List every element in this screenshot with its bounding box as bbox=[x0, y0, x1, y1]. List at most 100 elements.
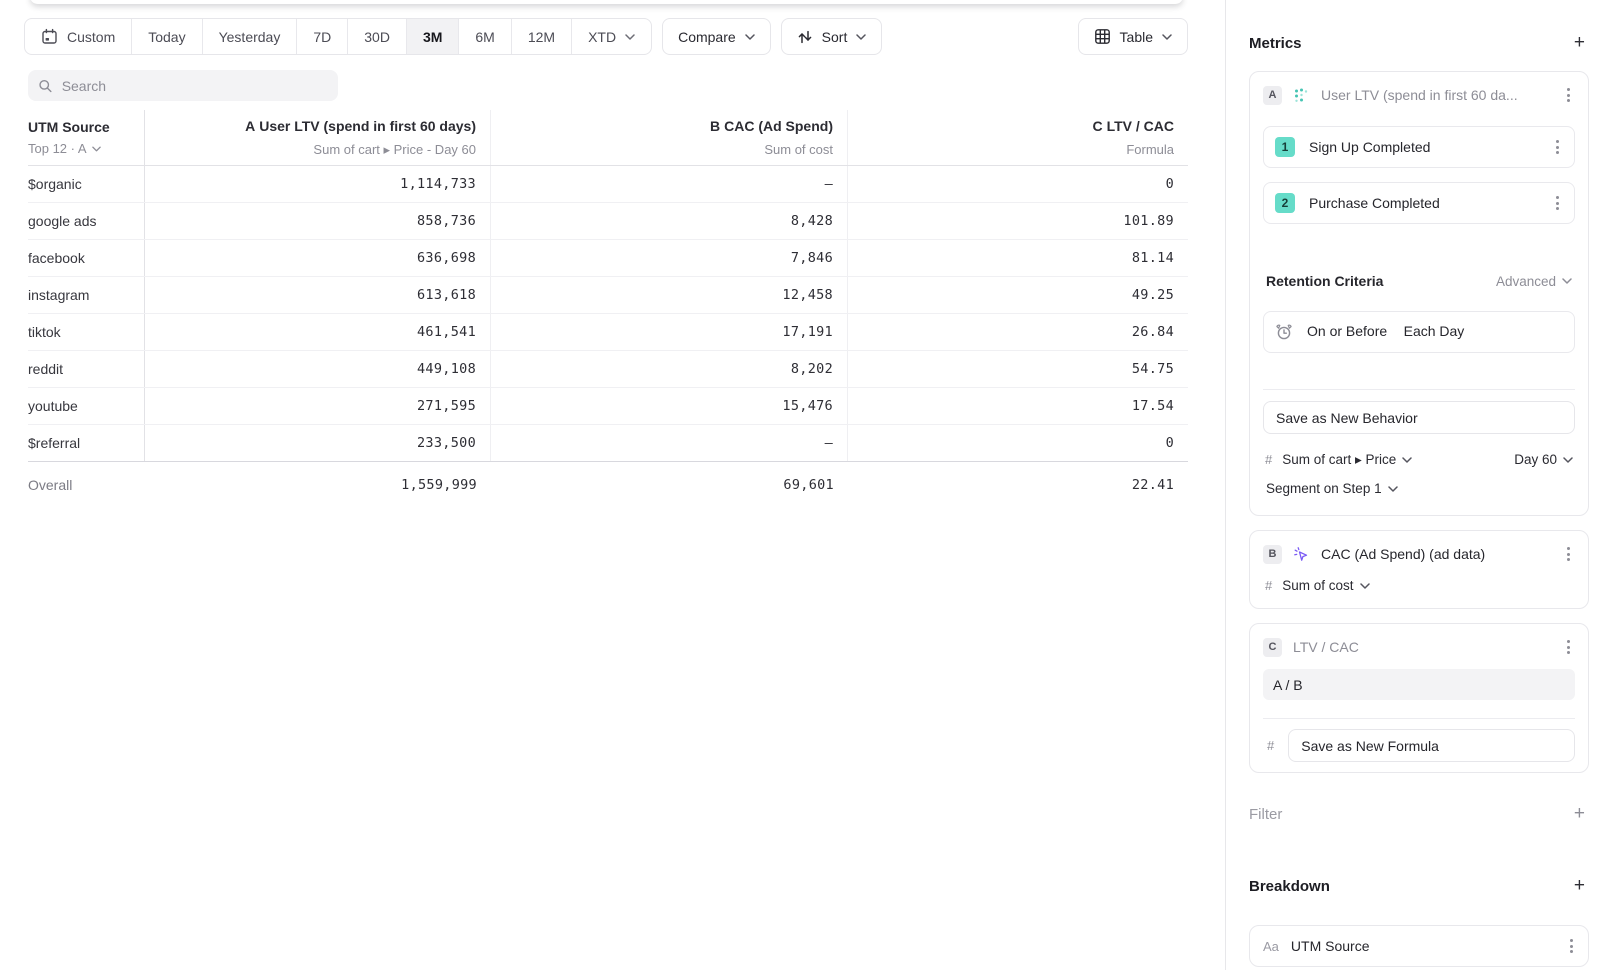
ad-data-icon bbox=[1293, 546, 1310, 563]
formula-input[interactable]: A / B bbox=[1263, 669, 1575, 700]
metric-c-head[interactable]: C LTV / CAC bbox=[1263, 637, 1575, 657]
column-header-b[interactable]: BCAC (Ad Spend) Sum of cost bbox=[491, 110, 848, 165]
table-body: $organic1,114,733–0google ads858,7368,42… bbox=[28, 166, 1188, 462]
column-letter: A bbox=[245, 118, 255, 134]
metric-letter-badge: C bbox=[1263, 638, 1282, 657]
column-letter: C bbox=[1092, 118, 1102, 134]
metric-b-head[interactable]: B CAC (Ad Spend) (ad data) bbox=[1263, 544, 1575, 564]
divider bbox=[1263, 389, 1575, 390]
column-title: LTV / CAC bbox=[1107, 118, 1174, 134]
column-header-c[interactable]: CLTV / CAC Formula bbox=[848, 110, 1188, 165]
search-input[interactable] bbox=[62, 78, 328, 94]
metric-menu-button[interactable] bbox=[1562, 544, 1575, 564]
grid-table-icon bbox=[1094, 28, 1111, 45]
sort-button[interactable]: Sort bbox=[781, 18, 883, 55]
table-row--organic[interactable]: $organic1,114,733–0 bbox=[28, 166, 1188, 203]
date-range-3m[interactable]: 3M bbox=[406, 19, 458, 54]
step-menu-button[interactable] bbox=[1551, 193, 1564, 213]
criteria-unit-selector[interactable]: Each Day bbox=[1404, 323, 1465, 339]
sort-arrows-icon bbox=[797, 29, 813, 45]
date-range-xtd[interactable]: XTD bbox=[571, 19, 651, 54]
segment-selector[interactable]: Segment on Step 1 bbox=[1266, 481, 1398, 496]
date-range-yesterday[interactable]: Yesterday bbox=[202, 19, 297, 54]
retention-criteria-label: Retention Criteria bbox=[1266, 273, 1383, 289]
date-range-30d[interactable]: 30D bbox=[347, 19, 406, 54]
row-dimension-subtitle[interactable]: Top 12 · A bbox=[28, 141, 144, 156]
table-row-tiktok[interactable]: tiktok461,54117,19126.84 bbox=[28, 314, 1188, 351]
number-type-icon: # bbox=[1265, 578, 1272, 593]
cell-a: 271,595 bbox=[145, 388, 491, 424]
cell-b: – bbox=[491, 425, 848, 461]
segment-row: Segment on Step 1 bbox=[1263, 480, 1575, 497]
metric-a-head[interactable]: A User LTV (spend in first 60 da... bbox=[1263, 85, 1575, 105]
step-menu-button[interactable] bbox=[1551, 137, 1564, 157]
table-row--referral[interactable]: $referral233,500–0 bbox=[28, 425, 1188, 462]
breakdown-menu-button[interactable] bbox=[1565, 936, 1578, 956]
table-row-youtube[interactable]: youtube271,59515,47617.54 bbox=[28, 388, 1188, 425]
column-subtitle: Sum of cost bbox=[764, 142, 833, 157]
date-range-6m[interactable]: 6M bbox=[458, 19, 510, 54]
divider bbox=[1263, 718, 1575, 719]
step-number-badge: 1 bbox=[1275, 137, 1295, 157]
retention-criteria-card: On or Before Each Day bbox=[1263, 311, 1575, 353]
add-metric-button[interactable]: + bbox=[1570, 34, 1589, 52]
metric-card-b: B CAC (Ad Spend) (ad data) # Sum of cost bbox=[1249, 530, 1589, 609]
chevron-down-icon bbox=[1402, 457, 1412, 463]
cell-c: 54.75 bbox=[848, 351, 1188, 387]
cell-a: 1,114,733 bbox=[145, 166, 491, 202]
table-row-google-ads[interactable]: google ads858,7368,428101.89 bbox=[28, 203, 1188, 240]
date-range-label: 7D bbox=[313, 29, 331, 45]
cell-c: 101.89 bbox=[848, 203, 1188, 239]
add-filter-button[interactable]: + bbox=[1570, 805, 1589, 823]
metric-menu-button[interactable] bbox=[1562, 637, 1575, 657]
step-card-2[interactable]: 2 Purchase Completed bbox=[1263, 182, 1575, 224]
compare-button[interactable]: Compare bbox=[662, 18, 771, 55]
add-breakdown-button[interactable]: + bbox=[1570, 877, 1589, 895]
cell-a: 858,736 bbox=[145, 203, 491, 239]
overall-value-c: 22.41 bbox=[848, 462, 1188, 507]
date-range-label: Today bbox=[148, 29, 185, 45]
breakdown-card[interactable]: Aa UTM Source bbox=[1249, 925, 1589, 967]
cell-a: 613,618 bbox=[145, 277, 491, 313]
chevron-down-icon bbox=[1563, 457, 1573, 463]
retention-criteria-row: Retention Criteria Advanced bbox=[1263, 272, 1575, 290]
metric-menu-button[interactable] bbox=[1562, 85, 1575, 105]
metric-letter-badge: A bbox=[1263, 86, 1282, 105]
string-type-icon: Aa bbox=[1263, 939, 1279, 954]
chevron-down-icon bbox=[1388, 486, 1398, 492]
search-icon bbox=[38, 78, 53, 94]
chevron-down-icon bbox=[92, 146, 101, 152]
retention-advanced-toggle[interactable]: Advanced bbox=[1496, 274, 1572, 289]
cell-b: 7,846 bbox=[491, 240, 848, 276]
cell-b: – bbox=[491, 166, 848, 202]
date-range-control: Custom Today Yesterday 7D 30D 3M 6M 12M … bbox=[24, 18, 652, 55]
save-formula-button[interactable]: Save as New Formula bbox=[1288, 729, 1575, 762]
table-row-instagram[interactable]: instagram613,61812,45849.25 bbox=[28, 277, 1188, 314]
criteria-condition-selector[interactable]: On or Before bbox=[1307, 323, 1387, 339]
save-behavior-button[interactable]: Save as New Behavior bbox=[1263, 401, 1575, 434]
date-range-12m[interactable]: 12M bbox=[511, 19, 571, 54]
table-view-button[interactable]: Table bbox=[1078, 18, 1188, 55]
metrics-title: Metrics bbox=[1249, 35, 1302, 52]
step-card-1[interactable]: 1 Sign Up Completed bbox=[1263, 126, 1575, 168]
aggregation-selector-b[interactable]: Sum of cost bbox=[1282, 578, 1369, 593]
column-title: User LTV (spend in first 60 days) bbox=[259, 118, 476, 134]
window-selector[interactable]: Day 60 bbox=[1514, 452, 1573, 467]
table-row-reddit[interactable]: reddit449,1088,20254.75 bbox=[28, 351, 1188, 388]
date-range-today[interactable]: Today bbox=[131, 19, 201, 54]
column-header-a[interactable]: AUser LTV (spend in first 60 days) Sum o… bbox=[145, 110, 491, 165]
number-type-icon: # bbox=[1265, 452, 1272, 467]
date-range-label: 30D bbox=[364, 29, 390, 45]
search-box bbox=[28, 70, 338, 101]
step-label: Sign Up Completed bbox=[1309, 139, 1537, 155]
table-row-facebook[interactable]: facebook636,6987,84681.14 bbox=[28, 240, 1188, 277]
date-range-7d[interactable]: 7D bbox=[296, 19, 347, 54]
aggregation-selector[interactable]: Sum of cart ▸ Price bbox=[1282, 452, 1412, 468]
chevron-down-icon bbox=[1360, 583, 1370, 589]
query-sidebar: Metrics + A User LTV (spend in first 60 … bbox=[1225, 0, 1600, 970]
row-limit-label: Top 12 · A bbox=[28, 141, 87, 156]
metric-name: LTV / CAC bbox=[1293, 639, 1551, 655]
date-range-custom[interactable]: Custom bbox=[25, 19, 131, 54]
breakdown-title: Breakdown bbox=[1249, 878, 1330, 895]
toolbar: Custom Today Yesterday 7D 30D 3M 6M 12M … bbox=[24, 18, 882, 55]
